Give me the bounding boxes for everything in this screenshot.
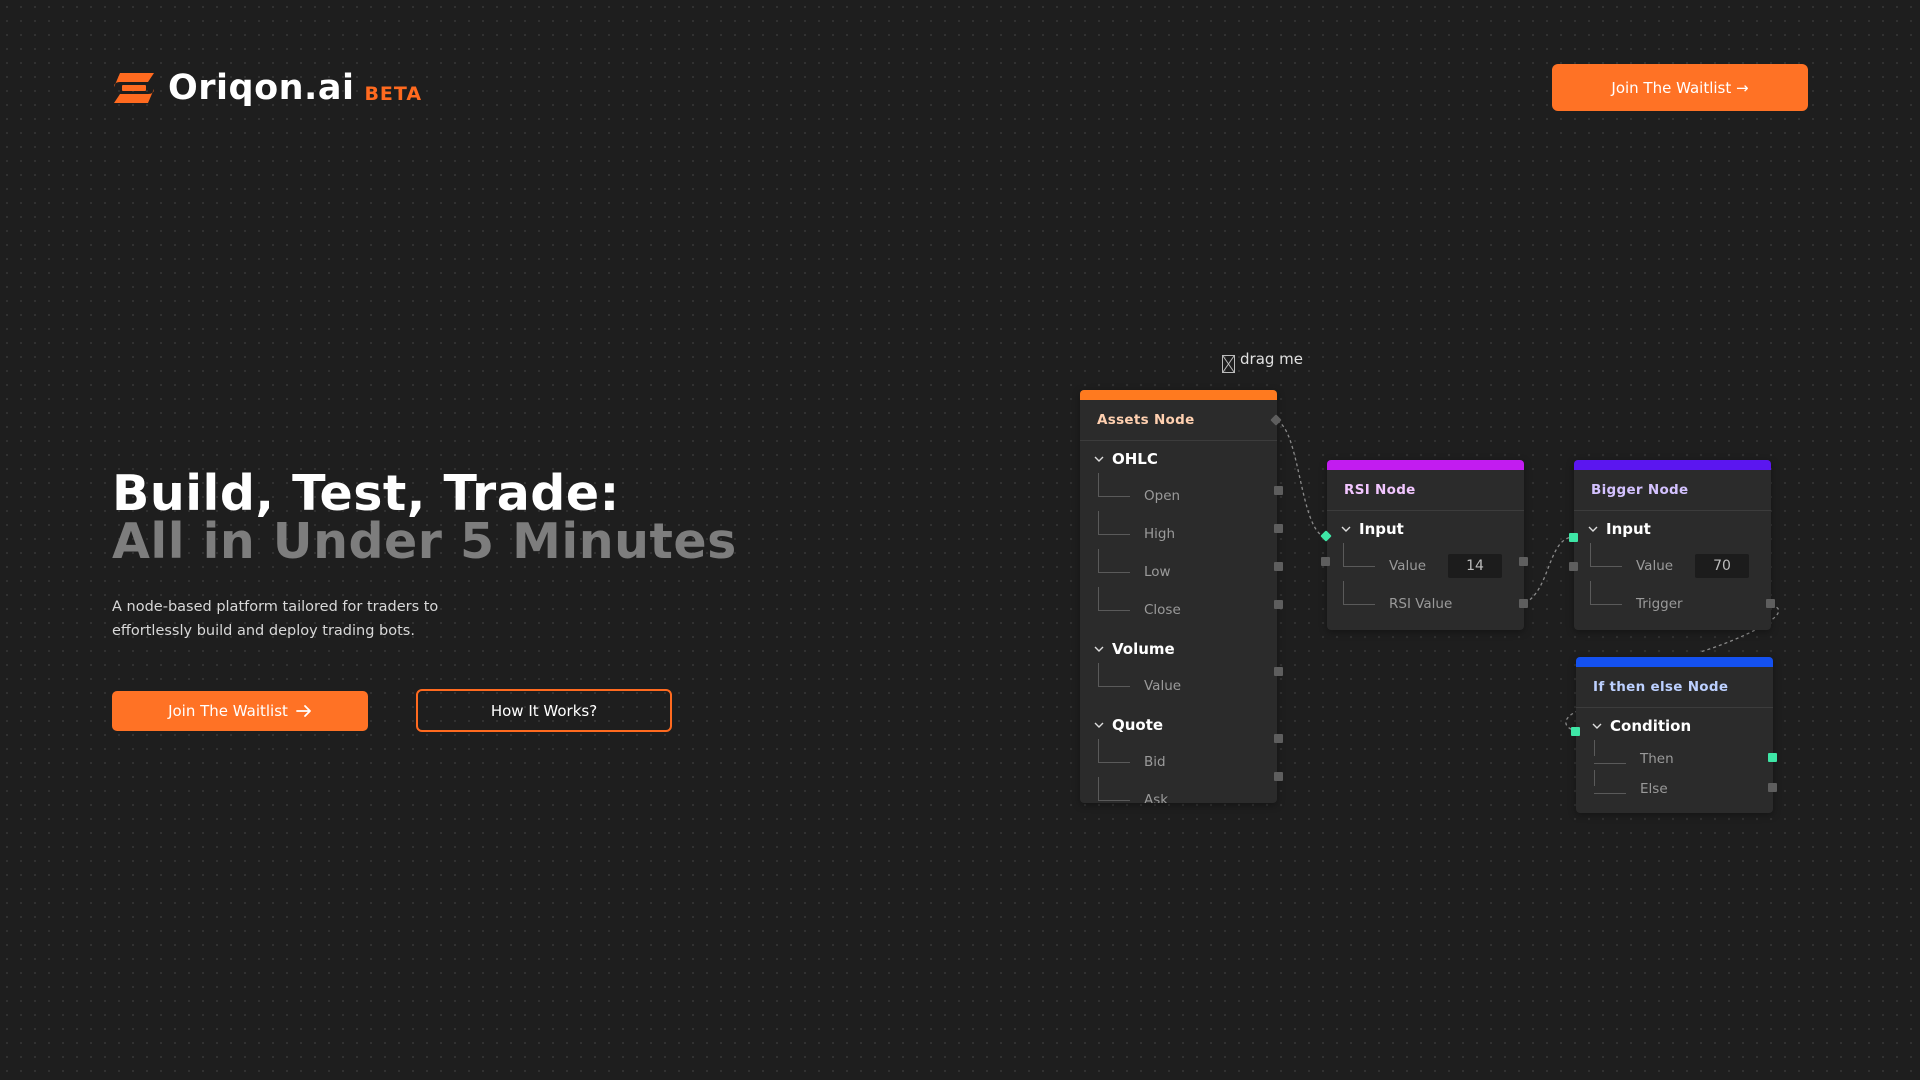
ifelse-node-title[interactable]: If then else Node (1576, 667, 1773, 708)
arrow-right-icon (296, 705, 311, 717)
volume-value-label: Value (1144, 678, 1182, 694)
quote-section[interactable]: Quote (1080, 707, 1277, 743)
low-label: Low (1144, 564, 1171, 580)
ifelse-node-accent (1576, 657, 1773, 667)
close-label: Close (1144, 602, 1181, 618)
volume-label: Volume (1112, 640, 1175, 658)
volume-value-row: Value (1080, 663, 1277, 705)
rsi-node[interactable]: RSI Node Input Value 14 RSI Value (1327, 460, 1524, 630)
header-join-waitlist-label: Join The Waitlist → (1611, 78, 1749, 97)
rsi-input-section[interactable]: Input (1327, 511, 1524, 547)
bigger-value-label: Value (1636, 558, 1674, 574)
condition-section[interactable]: Condition (1576, 708, 1773, 744)
else-label: Else (1640, 781, 1668, 797)
rsi-output-label: RSI Value (1389, 596, 1453, 612)
bigger-node-accent (1574, 460, 1771, 470)
open-row: Open (1080, 473, 1277, 515)
close-port[interactable] (1274, 600, 1283, 609)
join-waitlist-button[interactable]: Join The Waitlist (112, 691, 368, 731)
rsi-value-out-port[interactable] (1519, 557, 1528, 566)
rsi-output-row: RSI Value (1327, 581, 1524, 623)
then-row: Then (1576, 740, 1773, 774)
bigger-input-label: Input (1606, 520, 1651, 538)
else-port[interactable] (1768, 783, 1777, 792)
ask-label: Ask (1144, 792, 1169, 803)
chevron-down-icon (1094, 722, 1104, 728)
bigger-input-section[interactable]: Input (1574, 511, 1771, 547)
rsi-value-in-port[interactable] (1321, 557, 1330, 566)
rsi-value-row: Value 14 (1327, 543, 1524, 585)
bigger-output-port[interactable] (1766, 599, 1775, 608)
then-port[interactable] (1768, 753, 1777, 762)
ask-row: Ask (1080, 777, 1277, 803)
rsi-output-port[interactable] (1519, 599, 1528, 608)
rsi-node-title[interactable]: RSI Node (1327, 470, 1524, 511)
condition-input-port[interactable] (1571, 727, 1580, 736)
assets-node-title[interactable]: Assets Node (1080, 400, 1277, 441)
join-waitlist-label: Join The Waitlist (168, 702, 288, 720)
volume-value-port[interactable] (1274, 667, 1283, 676)
assets-node[interactable]: Assets Node OHLC Open High Low Close Vol… (1080, 390, 1277, 803)
brand-logo[interactable]: Oriqon.ai BETA (112, 68, 422, 108)
ask-port[interactable] (1274, 772, 1283, 781)
then-label: Then (1640, 751, 1674, 767)
chevron-down-icon (1094, 646, 1104, 652)
ohlc-label: OHLC (1112, 450, 1158, 468)
low-port[interactable] (1274, 562, 1283, 571)
open-port[interactable] (1274, 486, 1283, 495)
bigger-output-label: Trigger (1636, 596, 1683, 612)
bigger-value-row: Value 70 (1574, 543, 1771, 585)
rsi-node-accent (1327, 460, 1524, 470)
quote-label: Quote (1112, 716, 1164, 734)
bigger-output-row: Trigger (1574, 581, 1771, 623)
bigger-node[interactable]: Bigger Node Input Value 70 Trigger (1574, 460, 1771, 630)
bigger-value-in-port[interactable] (1569, 562, 1578, 571)
header-join-waitlist-button[interactable]: Join The Waitlist → (1552, 64, 1808, 111)
rsi-value-input[interactable]: 14 (1448, 554, 1502, 578)
rsi-input-label: Input (1359, 520, 1404, 538)
chevron-down-icon (1094, 456, 1104, 462)
close-row: Close (1080, 587, 1277, 629)
brand-name: Oriqon.ai (168, 68, 355, 108)
bid-label: Bid (1144, 754, 1166, 770)
chevron-down-icon (1588, 526, 1598, 532)
high-port[interactable] (1274, 524, 1283, 533)
assets-node-accent (1080, 390, 1277, 400)
drag-hint[interactable]: drag me (1222, 350, 1303, 373)
high-label: High (1144, 526, 1176, 542)
how-it-works-label: How It Works? (490, 701, 598, 720)
drag-hint-label: drag me (1240, 350, 1304, 368)
rsi-value-label: Value (1389, 558, 1427, 574)
beta-badge: BETA (364, 83, 423, 105)
high-row: High (1080, 511, 1277, 553)
hero-title-line2: All in Under 5 Minutes (112, 513, 737, 570)
logo-mark-icon (114, 73, 154, 103)
bigger-node-title[interactable]: Bigger Node (1574, 470, 1771, 511)
hero-title: Build, Test, Trade: All in Under 5 Minut… (112, 465, 737, 570)
open-label: Open (1144, 488, 1181, 504)
low-row: Low (1080, 549, 1277, 591)
bid-port[interactable] (1274, 734, 1283, 743)
ohlc-section[interactable]: OHLC (1080, 441, 1277, 477)
if-then-else-node[interactable]: If then else Node Condition Then Else (1576, 657, 1773, 813)
hero-description: A node-based platform tailored for trade… (112, 599, 439, 639)
bigger-value-input[interactable]: 70 (1695, 554, 1749, 578)
chevron-down-icon (1341, 526, 1351, 532)
drag-handle-icon (1222, 355, 1235, 373)
condition-label: Condition (1610, 717, 1692, 735)
volume-section[interactable]: Volume (1080, 631, 1277, 667)
bid-row: Bid (1080, 739, 1277, 781)
how-it-works-button[interactable]: How It Works? (416, 689, 672, 732)
hero-title-line1: Build, Test, Trade: (112, 465, 620, 522)
bigger-input-port[interactable] (1569, 533, 1578, 542)
else-row: Else (1576, 770, 1773, 804)
chevron-down-icon (1592, 723, 1602, 729)
